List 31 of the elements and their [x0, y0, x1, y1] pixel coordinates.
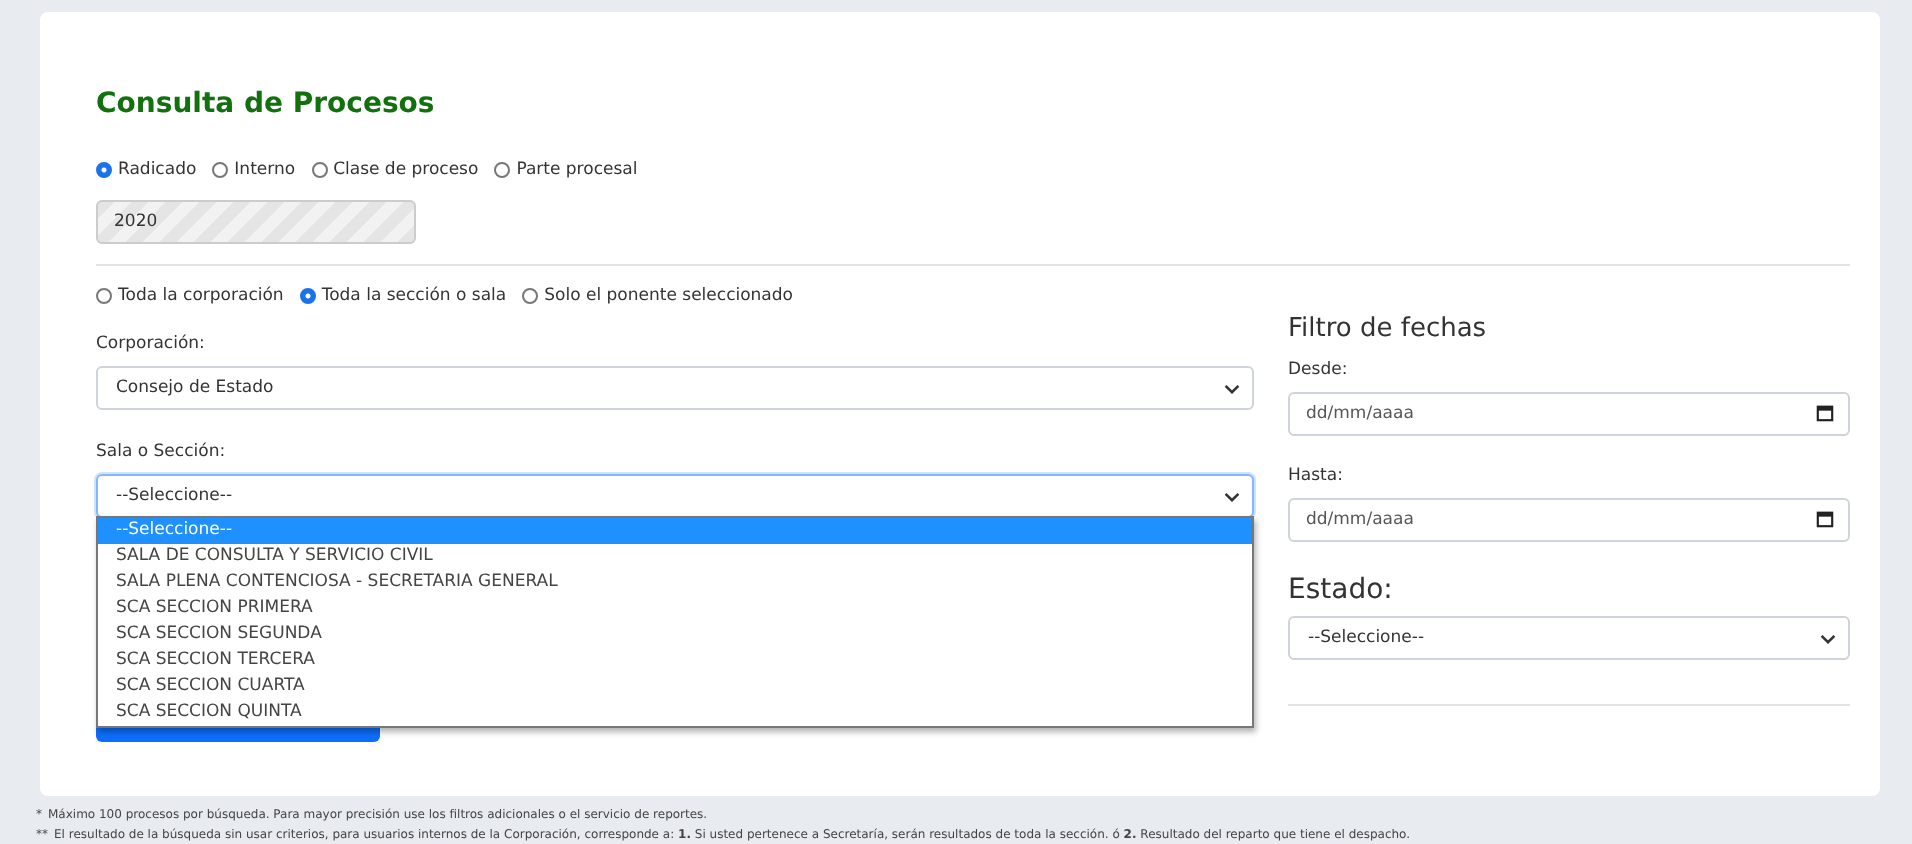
calendar-icon — [1816, 510, 1834, 528]
page-title: Consulta de Procesos — [96, 88, 437, 120]
radio-option[interactable]: Toda la sección o sala — [299, 286, 507, 306]
calendar-icon — [1816, 404, 1834, 422]
radio-option[interactable]: Clase de proceso — [311, 160, 479, 180]
radio-option[interactable]: Toda la corporación — [96, 286, 284, 306]
field-label: Hasta: — [1288, 466, 1345, 486]
status-select[interactable]: --Seleccione-- — [1288, 616, 1850, 660]
field-label: Sala o Sección: — [96, 442, 228, 462]
dropdown-option[interactable]: SALA PLENA CONTENCIOSA - SECRETARIA GENERAL — [98, 570, 1252, 596]
field-label: Estado: — [1288, 574, 1395, 606]
radio-option[interactable]: Solo el ponente seleccionado — [522, 286, 793, 306]
dropdown-option[interactable]: SCA SECCION TERCERA — [98, 648, 1252, 674]
radio-option[interactable]: Parte procesal — [494, 160, 638, 180]
date-field[interactable]: dd/mm/aaaa — [1288, 392, 1850, 436]
section-select[interactable]: --Seleccione-- — [96, 474, 1254, 518]
section-heading: Filtro de fechas — [1288, 314, 1489, 344]
dropdown-option[interactable]: SALA DE CONSULTA Y SERVICIO CIVIL — [98, 544, 1252, 570]
chevron-icon — [1820, 633, 1836, 643]
radio-option[interactable]: Radicado — [96, 160, 197, 180]
field-label: Corporación: — [96, 334, 207, 354]
chevron-icon — [1224, 491, 1240, 501]
dropdown-option[interactable]: SCA SECCION PRIMERA — [98, 596, 1252, 622]
radio-option[interactable]: Interno — [212, 160, 296, 180]
corporation-select[interactable]: Consejo de Estado — [96, 366, 1254, 410]
date-field[interactable]: dd/mm/aaaa — [1288, 498, 1850, 542]
dropdown-option[interactable]: SCA SECCION QUINTA — [98, 700, 1252, 726]
chevron-icon — [1224, 383, 1240, 393]
field-label: Desde: — [1288, 360, 1350, 380]
dropdown-option[interactable]: SCA SECCION SEGUNDA — [98, 622, 1252, 648]
dropdown-option[interactable]: SCA SECCION CUARTA — [98, 674, 1252, 700]
